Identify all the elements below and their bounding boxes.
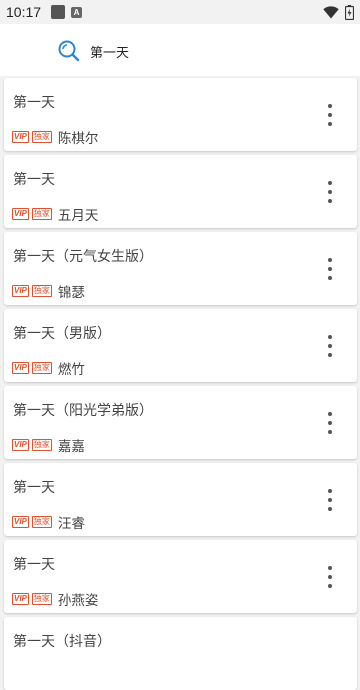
result-item[interactable]: 第一天（阳光学弟版） VIP 独家 嘉嘉	[4, 386, 357, 459]
vip-badge: VIP	[12, 285, 29, 297]
notification-icon	[51, 5, 66, 19]
exclusive-badge: 独家	[31, 439, 52, 451]
artist-name: 嘉嘉	[57, 439, 85, 455]
exclusive-badge: 独家	[31, 593, 52, 605]
song-title: 第一天（男版）	[13, 326, 111, 342]
result-item[interactable]: 第一天 VIP 独家 五月天	[4, 155, 357, 228]
search-bar[interactable]: 第一天	[0, 24, 360, 76]
vip-badge: VIP	[12, 208, 29, 220]
wifi-icon	[323, 5, 339, 18]
exclusive-badge: 独家	[31, 208, 52, 220]
result-item[interactable]: 第一天（抖音）	[4, 617, 357, 690]
result-item[interactable]: 第一天 VIP 独家 陈棋尔	[4, 78, 357, 151]
song-title: 第一天（元气女生版）	[13, 249, 153, 265]
song-title: 第一天	[13, 95, 55, 111]
more-options-icon[interactable]	[327, 412, 333, 434]
more-options-icon[interactable]	[327, 104, 333, 126]
exclusive-badge: 独家	[31, 516, 52, 528]
result-item[interactable]: 第一天 VIP 独家 孙燕姿	[4, 540, 357, 613]
song-title: 第一天（阳光学弟版）	[13, 403, 153, 419]
artist-name: 燃竹	[57, 362, 85, 378]
artist-name: 陈棋尔	[57, 131, 99, 147]
artist-name: 汪睿	[57, 516, 85, 532]
battery-icon	[345, 4, 354, 20]
vip-badge: VIP	[12, 131, 29, 143]
artist-name: 五月天	[57, 208, 99, 224]
song-title: 第一天	[13, 480, 55, 496]
song-title: 第一天	[13, 557, 55, 573]
vip-badge: VIP	[12, 439, 29, 451]
notification-a-icon: A	[71, 6, 83, 18]
more-options-icon[interactable]	[327, 181, 333, 203]
more-options-icon[interactable]	[327, 258, 333, 280]
vip-badge: VIP	[12, 362, 29, 374]
song-title: 第一天（抖音）	[13, 634, 111, 650]
exclusive-badge: 独家	[31, 131, 52, 143]
more-options-icon[interactable]	[327, 566, 333, 588]
exclusive-badge: 独家	[31, 285, 52, 297]
search-input[interactable]: 第一天	[90, 42, 129, 61]
more-options-icon[interactable]	[327, 489, 333, 511]
more-options-icon[interactable]	[327, 335, 333, 357]
status-time: 10:17	[6, 4, 42, 20]
result-item[interactable]: 第一天（元气女生版） VIP 独家 锦瑟	[4, 232, 357, 305]
artist-name: 锦瑟	[57, 285, 85, 301]
artist-name: 孙燕姿	[57, 593, 99, 609]
status-bar: 10:17 A	[0, 0, 360, 24]
exclusive-badge: 独家	[31, 362, 52, 374]
search-icon[interactable]	[57, 39, 81, 63]
song-title: 第一天	[13, 172, 55, 188]
result-item[interactable]: 第一天 VIP 独家 汪睿	[4, 463, 357, 536]
result-item[interactable]: 第一天（男版） VIP 独家 燃竹	[4, 309, 357, 382]
vip-badge: VIP	[12, 593, 29, 605]
vip-badge: VIP	[12, 516, 29, 528]
